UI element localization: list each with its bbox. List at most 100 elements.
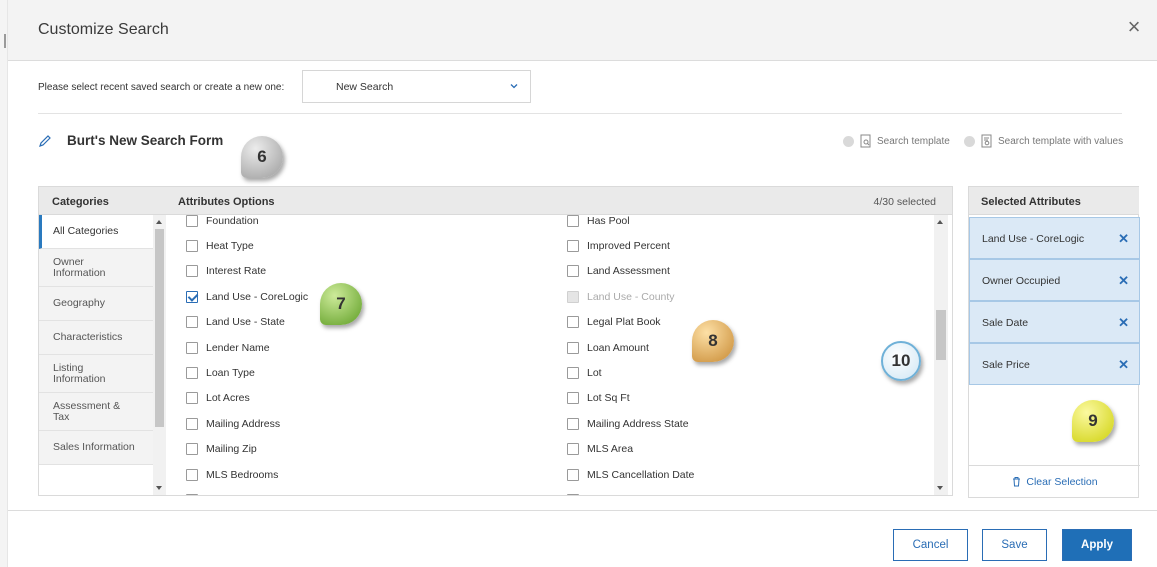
scroll-down-icon[interactable] (937, 486, 943, 490)
attribute-label: Has Pool (587, 215, 630, 227)
attribute-option[interactable]: Loan Amount (567, 335, 694, 360)
search-document-icon (860, 134, 871, 148)
checkbox[interactable] (186, 240, 198, 253)
attribute-label: Lot Acres (206, 392, 250, 405)
categories-scrollbar[interactable] (153, 215, 166, 495)
cancel-button[interactable]: Cancel (893, 529, 968, 561)
attribute-option[interactable]: Loan Type (186, 360, 308, 385)
selected-attributes-header: Selected Attributes (969, 187, 1139, 215)
attribute-option[interactable]: Lender Name (186, 335, 308, 360)
checkbox[interactable] (567, 392, 579, 405)
category-item[interactable]: Sales Information (39, 431, 153, 465)
selected-count: 4/30 selected (873, 196, 936, 208)
pencil-icon[interactable] (38, 134, 52, 148)
checkbox[interactable] (567, 265, 579, 278)
attributes-column-left: Foundation Heat Type Interest Rate Land Use… (186, 215, 308, 495)
category-item[interactable]: Owner Information (39, 249, 153, 287)
selected-attributes-panel: Selected Attributes Land Use - CoreLogic… (968, 186, 1140, 498)
saved-search-value: New Search (336, 81, 394, 93)
checkbox[interactable] (567, 417, 579, 430)
clear-selection-button[interactable]: Clear Selection (969, 465, 1140, 497)
selected-attribute-label: Sale Date (982, 317, 1029, 329)
category-item[interactable]: Assessment & Tax (39, 393, 153, 431)
remove-icon[interactable]: ✕ (1118, 231, 1129, 247)
saved-search-dropdown[interactable]: New Search (302, 70, 531, 103)
clear-selection-label: Clear Selection (1026, 475, 1098, 488)
checkbox[interactable] (567, 341, 579, 354)
checkbox[interactable] (567, 367, 579, 380)
close-icon[interactable]: × (1123, 16, 1145, 38)
save-button[interactable]: Save (982, 529, 1047, 561)
checkbox[interactable] (186, 290, 198, 303)
callout-badge-9: 9 (1072, 400, 1114, 442)
attribute-label: Lot Sq Ft (587, 392, 630, 405)
scroll-down-icon[interactable] (156, 486, 162, 490)
attribute-option[interactable]: Land Use - County (567, 284, 694, 309)
radio-icon[interactable] (964, 135, 975, 147)
attribute-option[interactable]: Interest Rate (186, 259, 308, 284)
attribute-option[interactable]: Lot (567, 360, 694, 385)
checkbox[interactable] (186, 265, 198, 278)
checkbox[interactable] (186, 316, 198, 329)
attribute-label: Land Assessment (587, 265, 670, 278)
attribute-option[interactable]: MLS Cancellation Date (567, 462, 694, 487)
attribute-option[interactable]: Mailing Zip (186, 437, 308, 462)
checkbox[interactable] (567, 240, 579, 253)
radio-icon[interactable] (843, 135, 854, 147)
remove-icon[interactable]: ✕ (1118, 315, 1129, 331)
dialog-header: Customize Search × (8, 0, 1157, 61)
category-item[interactable]: Characteristics (39, 321, 153, 355)
attribute-option[interactable]: Mailing Address State (567, 411, 694, 436)
checkbox[interactable] (567, 468, 579, 481)
attribute-option[interactable]: Heat Type (186, 233, 308, 258)
attribute-option[interactable]: Lot Acres (186, 386, 308, 411)
checkbox[interactable] (567, 493, 579, 495)
attribute-option[interactable]: Legal Plat Book (567, 310, 694, 335)
checkbox[interactable] (186, 443, 198, 456)
checkbox[interactable] (186, 468, 198, 481)
checkbox[interactable] (186, 417, 198, 430)
search-template-values-label: Search template with values (998, 135, 1124, 147)
scroll-thumb[interactable] (155, 229, 164, 427)
checkbox[interactable] (186, 215, 198, 227)
categories-list: All Categories Owner Information Geography… (39, 215, 153, 495)
attribute-label: MLS Bedrooms (206, 468, 279, 481)
search-template-values-option[interactable]: Search template with values (964, 134, 1123, 148)
selected-attributes-list: Land Use - CoreLogic ✕ Owner Occupied ✕ Sale… (969, 217, 1140, 385)
attribute-option[interactable]: Mailing Address (186, 411, 308, 436)
categories-header: Categories (39, 187, 166, 215)
attribute-option[interactable]: Land Assessment (567, 259, 694, 284)
checkbox[interactable] (567, 443, 579, 456)
scroll-up-icon[interactable] (156, 220, 162, 224)
category-item[interactable]: All Categories (39, 215, 153, 249)
attribute-option[interactable]: Land Use - CoreLogic (186, 284, 308, 309)
attribute-option[interactable]: Lot Sq Ft (567, 386, 694, 411)
checkbox[interactable] (186, 367, 198, 380)
attribute-option[interactable]: Has Pool (567, 215, 694, 233)
remove-icon[interactable]: ✕ (1118, 357, 1129, 373)
attribute-label: Foundation (206, 215, 259, 227)
checkbox (567, 290, 579, 303)
search-template-option[interactable]: Search template (843, 134, 950, 148)
selected-attribute-label: Owner Occupied (982, 275, 1061, 287)
attribute-option[interactable] (567, 487, 694, 495)
attributes-scrollbar[interactable] (934, 215, 948, 495)
attribute-option[interactable]: MLS Area (567, 437, 694, 462)
apply-button[interactable]: Apply (1062, 529, 1132, 561)
category-item[interactable]: Geography (39, 287, 153, 321)
attribute-option[interactable]: Foundation (186, 215, 308, 233)
checkbox[interactable] (567, 316, 579, 329)
attribute-option[interactable]: Improved Percent (567, 233, 694, 258)
category-item[interactable]: Listing Information (39, 355, 153, 393)
scroll-thumb[interactable] (936, 310, 946, 360)
attribute-option[interactable]: Land Use - State (186, 310, 308, 335)
checkbox[interactable] (186, 341, 198, 354)
scroll-up-icon[interactable] (937, 220, 943, 224)
checkbox[interactable] (186, 392, 198, 405)
checkbox[interactable] (567, 215, 579, 227)
remove-icon[interactable]: ✕ (1118, 273, 1129, 289)
checkbox[interactable] (186, 493, 198, 495)
attributes-title: Attributes Options (178, 196, 275, 208)
attribute-option[interactable]: MLS Bedrooms (186, 462, 308, 487)
attribute-option[interactable] (186, 487, 308, 495)
